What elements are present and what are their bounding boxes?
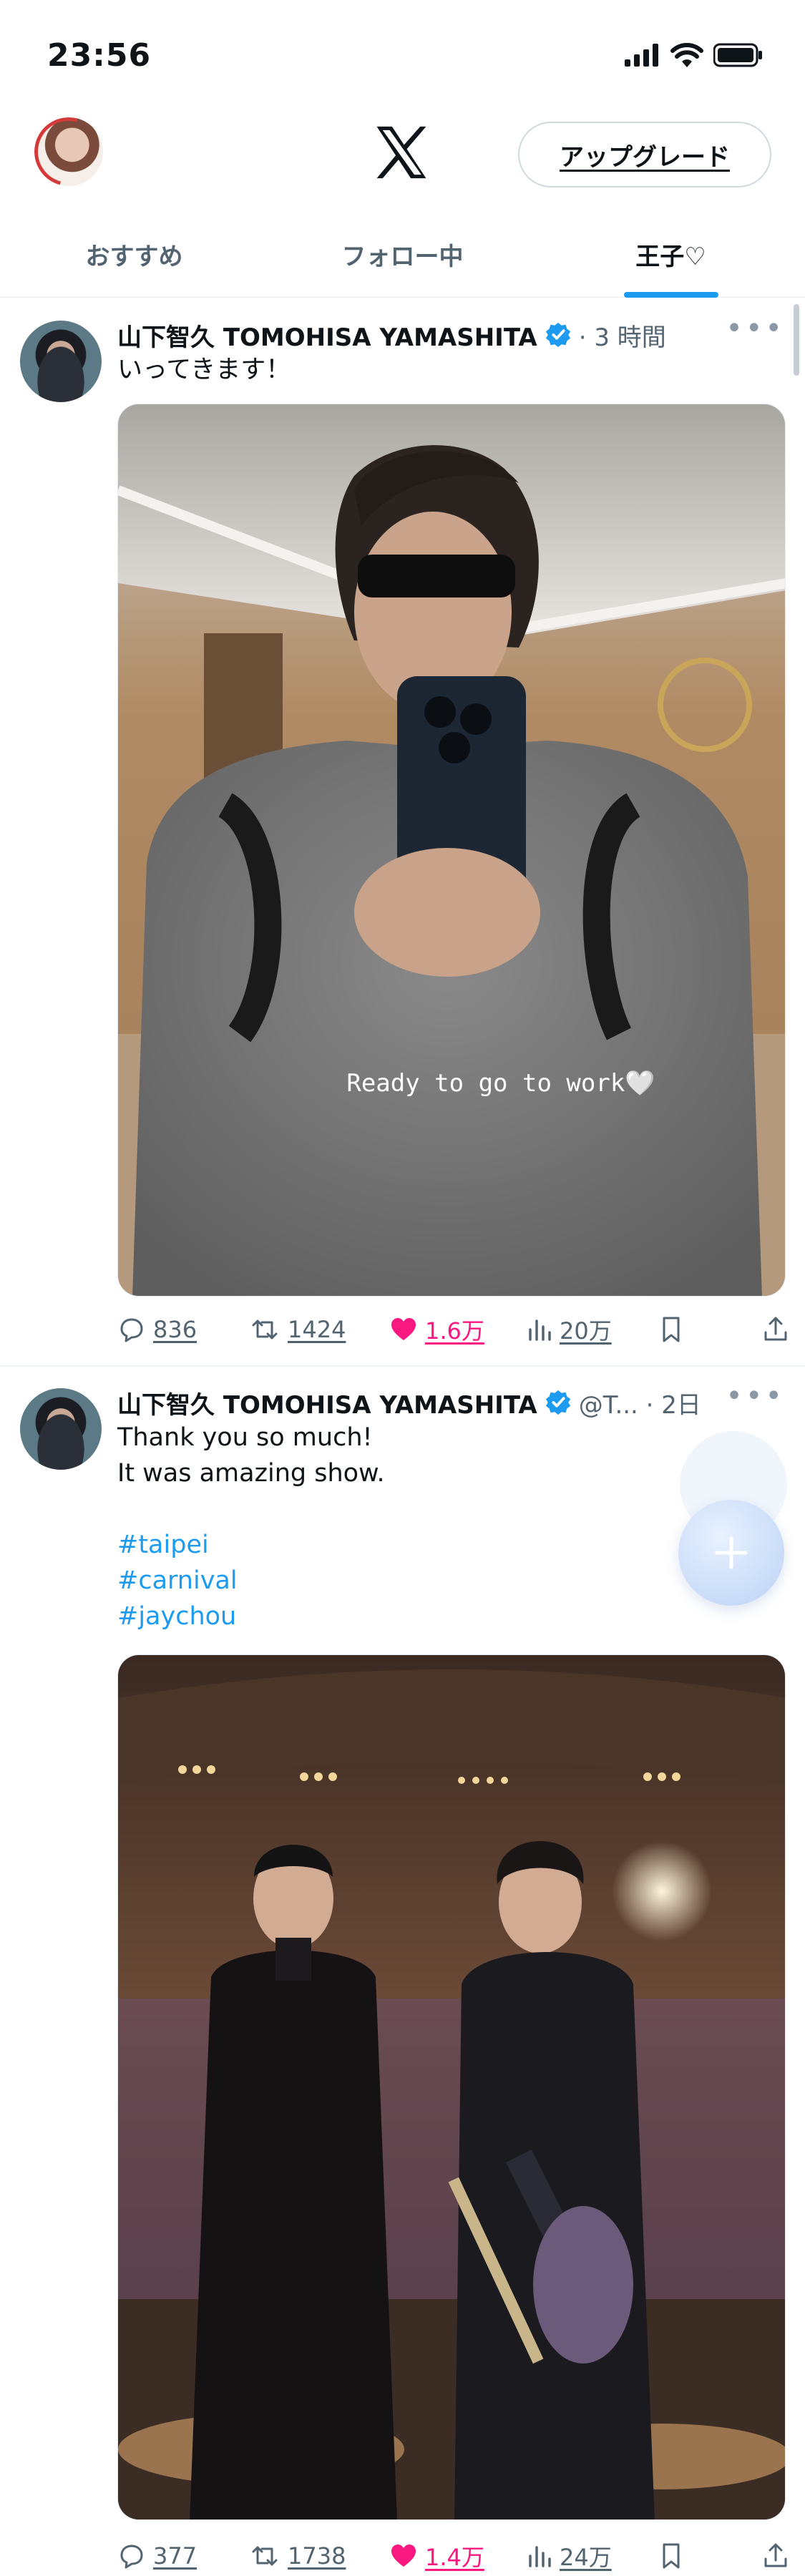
reply-button[interactable]: 836 <box>117 1315 197 1344</box>
post-header: 山下智久 TOMOHISA YAMASHITA @T... · 2日 <box>117 1382 776 1423</box>
post-text-line: It was amazing show. <box>117 1459 385 1488</box>
hashtag-link[interactable]: #jaychou <box>117 1599 762 1634</box>
compose-plus-icon <box>715 1536 748 1569</box>
author-name[interactable]: 山下智久 TOMOHISA YAMASHITA <box>117 1385 537 1420</box>
verified-badge-icon <box>545 322 570 348</box>
views-icon <box>529 1319 551 1341</box>
repost-count: 1738 <box>288 2542 346 2570</box>
tab-recommended[interactable]: おすすめ <box>0 212 268 297</box>
like-icon <box>391 2545 416 2567</box>
tab-following[interactable]: フォロー中 <box>268 212 537 297</box>
post-text: Thank you so much! It was amazing show. … <box>117 1420 762 1634</box>
views-count: 24万 <box>560 2544 612 2571</box>
repost-icon <box>252 2546 278 2566</box>
reply-icon <box>120 2545 143 2569</box>
views-count: 20万 <box>560 1317 612 1345</box>
repost-icon <box>252 1319 278 1340</box>
hashtag-link[interactable]: #taipei <box>117 1527 762 1563</box>
post[interactable]: 山下智久 TOMOHISA YAMASHITA · 3 時間 ••• いってきま… <box>0 298 805 1365</box>
status-bar: 23:56 <box>0 0 805 107</box>
x-logo-icon[interactable] <box>372 123 431 182</box>
repost-count: 1424 <box>288 1316 346 1343</box>
like-count: 1.4万 <box>425 2544 484 2571</box>
repost-button[interactable]: 1738 <box>249 2542 346 2570</box>
author-avatar[interactable] <box>20 321 102 402</box>
reply-count: 377 <box>153 2542 197 2570</box>
post-image[interactable] <box>117 1654 786 2520</box>
image-caption: Ready to go to work🤍 <box>346 1069 655 1098</box>
post-text: いってきます！ <box>117 356 291 384</box>
wifi-icon <box>670 43 703 67</box>
selfie-illustration: Ready to go to work🤍 <box>118 404 785 1296</box>
more-icon[interactable]: ••• <box>726 1380 785 1413</box>
hashtag-link[interactable]: #carnival <box>117 1563 762 1599</box>
author-avatar[interactable] <box>20 1388 102 1470</box>
post-actions: 377 1738 1.4万 24万 <box>117 2534 787 2576</box>
like-count: 1.6万 <box>425 1317 484 1345</box>
upgrade-button[interactable]: アップグレード <box>518 122 771 187</box>
verified-badge-icon <box>545 1390 570 1415</box>
like-icon <box>391 1318 416 1340</box>
concert-stage-illustration <box>118 1655 785 2519</box>
bookmark-icon[interactable] <box>658 2542 684 2570</box>
views-icon <box>529 2546 551 2567</box>
tab-custom-list[interactable]: 王子♡ <box>537 212 805 297</box>
status-time: 23:56 <box>47 37 152 74</box>
status-icons <box>625 43 763 67</box>
reply-count: 836 <box>153 1316 197 1343</box>
reply-icon <box>120 1318 143 1342</box>
battery-icon <box>713 43 762 67</box>
share-icon[interactable] <box>761 2542 790 2570</box>
post-image[interactable]: Ready to go to work🤍 <box>117 404 786 1297</box>
views-button[interactable]: 20万 <box>527 1313 612 1346</box>
share-icon[interactable] <box>761 1315 790 1344</box>
post-timestamp[interactable]: · 3 時間 <box>579 318 666 353</box>
repost-button[interactable]: 1424 <box>249 1315 346 1344</box>
top-header: アップグレード <box>0 107 805 200</box>
like-button[interactable]: 1.6万 <box>389 1313 484 1346</box>
post-handle-timestamp[interactable]: @T... · 2日 <box>579 1385 701 1420</box>
like-button[interactable]: 1.4万 <box>389 2540 484 2572</box>
compose-button[interactable] <box>678 1500 784 1606</box>
post-text-line: Thank you so much! <box>117 1423 373 1452</box>
timeline-tabs: おすすめ フォロー中 王子♡ <box>0 212 805 298</box>
post-divider <box>0 1365 805 1367</box>
views-button[interactable]: 24万 <box>527 2540 612 2572</box>
author-name[interactable]: 山下智久 TOMOHISA YAMASHITA <box>117 318 537 353</box>
cellular-signal-icon <box>625 44 658 67</box>
reply-button[interactable]: 377 <box>117 2542 197 2570</box>
bookmark-icon[interactable] <box>658 1315 684 1344</box>
post-header: 山下智久 TOMOHISA YAMASHITA · 3 時間 <box>117 315 776 355</box>
account-avatar[interactable] <box>34 117 103 186</box>
post-actions: 836 1424 1.6万 20万 <box>117 1308 787 1351</box>
more-icon[interactable]: ••• <box>726 312 785 345</box>
